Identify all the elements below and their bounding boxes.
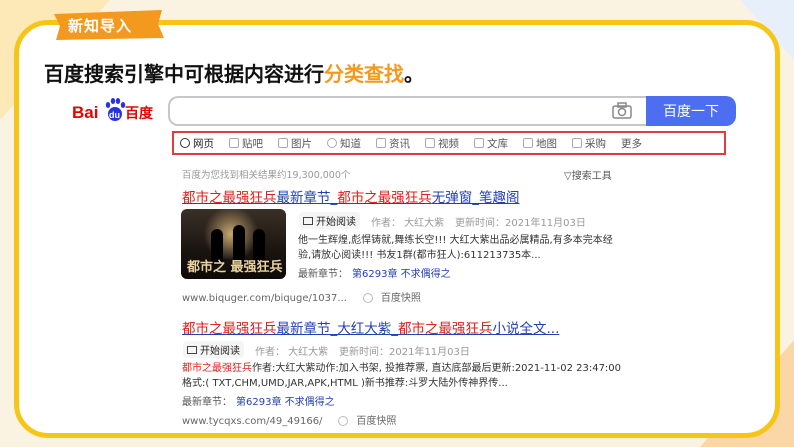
title-part: 小说全文... xyxy=(492,321,560,337)
tab-more[interactable]: 更多 xyxy=(621,136,642,151)
video-icon xyxy=(425,138,435,148)
result-snippet: 都市之最强狂兵作者:大红大紫动作:加入书架, 投推荐票, 直达底部最后更新:20… xyxy=(182,361,632,391)
tab-tieba[interactable]: 贴吧 xyxy=(229,136,263,151)
question-icon xyxy=(327,138,337,148)
doc-icon xyxy=(474,138,484,148)
snapshot-link[interactable]: 百度快照 xyxy=(381,293,421,304)
result-author: 作者： 大红大紫 xyxy=(255,347,329,358)
title-part: 最新章节_大红大紫_ xyxy=(276,321,399,337)
snippet-line: 都市之最强狂兵作者:大红大紫动作:加入书架, 投推荐票, 直达底部最后更新:20… xyxy=(182,361,632,376)
latest-label: 最新章节： xyxy=(298,269,348,280)
logo-cn: 百度 xyxy=(125,105,154,122)
tab-label: 采购 xyxy=(585,137,606,150)
keyword: 都市之最强狂兵 xyxy=(398,321,493,337)
tab-zhidao[interactable]: 知道 xyxy=(327,136,361,151)
snippet-line: 格式:( TXT,CHM,UMD,JAR,APK,HTML )新书推荐:斗罗大陆… xyxy=(182,378,508,389)
snippet-line: 他一生辉煌,彪悍铸就,舞练长空!!! 大红大紫出品必属精品,有多本完本经 xyxy=(298,235,613,246)
result-updated: 更新时间：2021年11月03日 xyxy=(455,218,586,229)
tab-label: 网页 xyxy=(193,137,214,150)
title-end: 。 xyxy=(404,62,424,86)
snapshot-link[interactable]: 百度快照 xyxy=(356,416,396,427)
map-icon xyxy=(523,138,533,148)
result-title-link[interactable]: 都市之最强狂兵最新章节_大红大紫_都市之最强狂兵小说全文... xyxy=(182,317,559,337)
search-button[interactable]: 百度一下 xyxy=(646,96,736,126)
url-text[interactable]: www.tycqxs.com/49_49166/ xyxy=(182,416,322,427)
latest-chapter: 最新章节： 第6293章 不求偶得之 xyxy=(298,265,451,280)
tab-label: 文库 xyxy=(487,137,508,150)
tab-label: 视频 xyxy=(438,137,459,150)
latest-chapter-link[interactable]: 第6293章 不求偶得之 xyxy=(352,269,451,280)
start-reading-button[interactable]: 开始阅读 xyxy=(183,341,244,358)
filter-icon: ▽ xyxy=(564,171,572,182)
category-tabs: 网页 贴吧 图片 知道 资讯 视频 文库 地图 采购 更多 xyxy=(172,131,726,155)
keyword: 都市之最强狂兵 xyxy=(182,190,277,206)
book-icon xyxy=(303,216,313,225)
start-reading-label: 开始阅读 xyxy=(316,217,356,228)
latest-chapter-link[interactable]: 第6293章 不求偶得之 xyxy=(236,397,335,408)
result-updated: 更新时间：2021年11月03日 xyxy=(339,347,470,358)
search-icon xyxy=(180,138,190,148)
tab-video[interactable]: 视频 xyxy=(425,136,459,151)
title-part: 无弹窗_笔趣阁 xyxy=(431,190,520,206)
tab-label: 知道 xyxy=(340,137,361,150)
result-snippet: 他一生辉煌,彪悍铸就,舞练长空!!! 大红大紫出品必属精品,有多本完本经 验,请… xyxy=(298,233,638,263)
latest-chapter: 最新章节： 第6293章 不求偶得之 xyxy=(182,393,335,408)
snapshot-icon xyxy=(338,416,349,426)
url-text[interactable]: www.biquger.com/biquge/1037... xyxy=(182,293,347,304)
tab-map[interactable]: 地图 xyxy=(523,136,557,151)
tab-label: 贴吧 xyxy=(242,137,263,150)
search-bar: 百度一下 xyxy=(168,96,736,126)
tab-news[interactable]: 资讯 xyxy=(376,136,410,151)
title-main: 百度搜索引擎中可根据内容进行 xyxy=(44,62,324,86)
search-input[interactable] xyxy=(168,96,646,126)
snippet-text: 作者:大红大紫动作:加入书架, 投推荐票, 直达底部最后更新:2021-11-0… xyxy=(252,363,622,374)
camera-icon[interactable] xyxy=(612,102,632,120)
start-reading-button[interactable]: 开始阅读 xyxy=(299,212,360,229)
news-icon xyxy=(376,138,386,148)
result-title-link[interactable]: 都市之最强狂兵最新章节_都市之最强狂兵无弹窗_笔趣阁 xyxy=(182,186,520,206)
keyword: 都市之最强狂兵 xyxy=(182,363,252,374)
logo-du: du xyxy=(109,110,120,120)
page-title: 百度搜索引擎中可根据内容进行分类查找。 xyxy=(44,58,424,87)
result-count: 百度为您找到相关结果约19,300,000个 xyxy=(182,170,351,181)
image-icon xyxy=(278,138,288,148)
tab-web[interactable]: 网页 xyxy=(180,136,214,151)
baidu-logo[interactable]: Bai du 百度 xyxy=(72,96,162,126)
tieba-icon xyxy=(229,138,239,148)
start-reading-label: 开始阅读 xyxy=(200,346,240,357)
tab-label: 资讯 xyxy=(389,137,410,150)
cover-light xyxy=(201,209,261,259)
keyword: 都市之最强狂兵 xyxy=(337,190,432,206)
search-tools-label: 搜索工具 xyxy=(571,171,612,182)
latest-label: 最新章节： xyxy=(182,397,232,408)
tab-wenku[interactable]: 文库 xyxy=(474,136,508,151)
result-url: www.biquger.com/biquge/1037... 百度快照 xyxy=(182,289,421,304)
search-tools[interactable]: ▽搜索工具 xyxy=(564,167,612,182)
tab-label: 图片 xyxy=(291,137,312,150)
keyword: 都市之最强狂兵 xyxy=(182,321,277,337)
title-highlight: 分类查找 xyxy=(324,62,404,86)
tab-label: 地图 xyxy=(536,137,557,150)
section-badge: 新知导入 xyxy=(50,8,166,42)
cart-icon xyxy=(572,138,582,148)
result-url: www.tycqxs.com/49_49166/百度快照 xyxy=(182,412,396,427)
snapshot-icon xyxy=(362,293,373,303)
tab-images[interactable]: 图片 xyxy=(278,136,312,151)
tab-purchase[interactable]: 采购 xyxy=(572,136,606,151)
logo-bai: Bai xyxy=(72,103,98,122)
badge-text: 新知导入 xyxy=(68,17,133,35)
snippet-line: 验,请放心阅读!!! 书友1群(都市狂人):611213735本... xyxy=(298,250,541,261)
result-author: 作者： 大红大紫 xyxy=(371,218,445,229)
cover-title: 都市之 最强狂兵 xyxy=(187,260,283,275)
book-icon xyxy=(187,345,197,354)
tab-label: 更多 xyxy=(621,137,642,150)
book-cover-thumbnail[interactable]: 都市之 最强狂兵 xyxy=(181,209,286,279)
title-part: 最新章节 xyxy=(276,190,331,206)
